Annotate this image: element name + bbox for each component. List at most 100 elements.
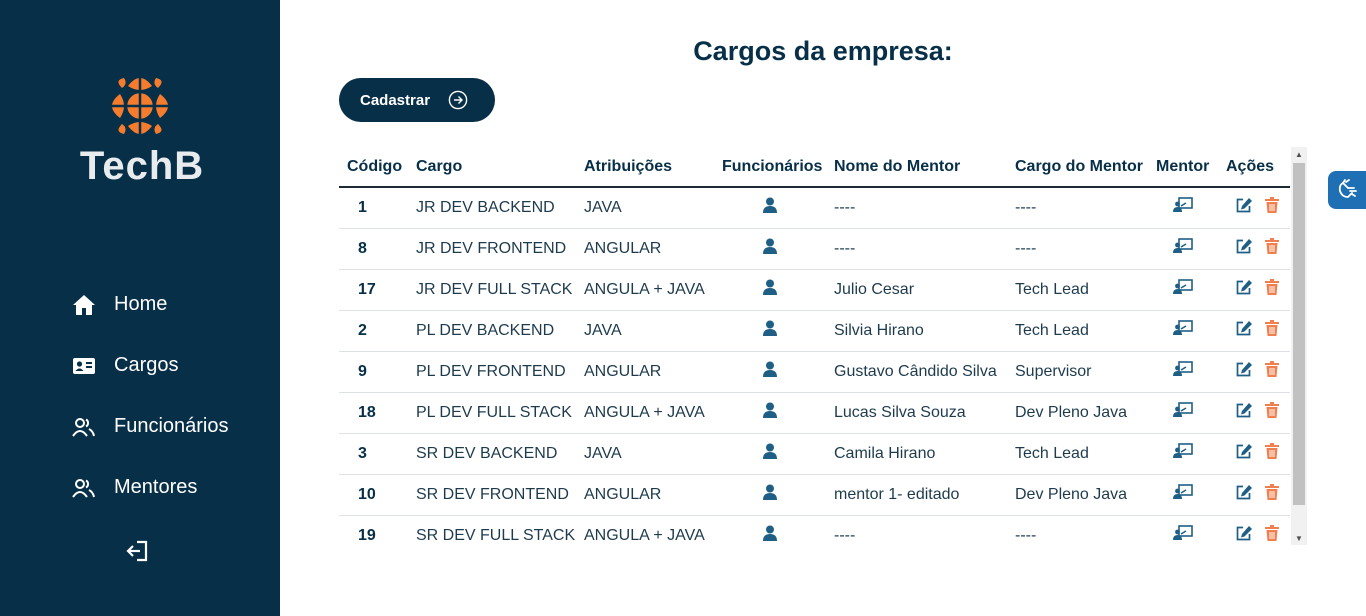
cell-cargo-mentor: Tech Lead: [1007, 269, 1148, 311]
trash-icon[interactable]: [1265, 279, 1279, 300]
cell-cargo: PL DEV BACKEND: [408, 310, 576, 352]
scroll-thumb[interactable]: [1293, 163, 1305, 505]
trash-icon[interactable]: [1265, 238, 1279, 259]
chalkboard-teacher-icon[interactable]: [1173, 279, 1193, 300]
cell-mentor: [1148, 269, 1218, 311]
table-row: 18 PL DEV FULL STACK ANGULA + JAVA Lucas Si…: [339, 392, 1290, 434]
cell-funcionarios: [714, 433, 826, 475]
cell-codigo: 1: [339, 187, 408, 229]
table-row: 8 JR DEV FRONTEND ANGULAR ---- ----: [339, 228, 1290, 270]
users-icon: [72, 476, 98, 500]
sidebar-item-label: Home: [114, 293, 168, 315]
col-header-acoes: Ações: [1218, 147, 1290, 188]
cell-nome-mentor: Camila Hirano: [826, 433, 1007, 475]
sidebar-item-cargos[interactable]: Cargos: [72, 335, 229, 396]
edit-icon[interactable]: [1236, 484, 1253, 505]
person-icon[interactable]: [763, 197, 777, 218]
id-card-icon: [72, 354, 98, 378]
cell-atribuicoes: JAVA: [576, 187, 714, 229]
cell-funcionarios: [714, 515, 826, 545]
table-header-row: Código Cargo Atribuições Funcionários No…: [339, 147, 1290, 188]
person-icon[interactable]: [763, 361, 777, 382]
person-icon[interactable]: [763, 484, 777, 505]
cell-mentor: [1148, 228, 1218, 270]
cell-nome-mentor: Gustavo Cândido Silva: [826, 351, 1007, 393]
edit-icon[interactable]: [1236, 361, 1253, 382]
chalkboard-teacher-icon[interactable]: [1173, 197, 1193, 218]
sidebar-item-funcionarios[interactable]: Funcionários: [72, 396, 229, 457]
sidebar-item-label: Funcionários: [114, 415, 229, 437]
trash-icon[interactable]: [1265, 361, 1279, 382]
accessibility-button[interactable]: [1328, 171, 1366, 209]
edit-icon[interactable]: [1236, 238, 1253, 259]
table-scrollbar[interactable]: ▲ ▼: [1291, 147, 1307, 545]
cell-codigo: 3: [339, 433, 408, 475]
edit-icon[interactable]: [1236, 279, 1253, 300]
chalkboard-teacher-icon[interactable]: [1173, 238, 1193, 259]
cell-cargo: PL DEV FULL STACK: [408, 392, 576, 434]
cell-funcionarios: [714, 187, 826, 229]
person-icon[interactable]: [763, 402, 777, 423]
sidebar-nav: Home Cargos Funcionários Mentores: [72, 274, 229, 518]
cell-acoes: [1218, 351, 1290, 393]
trash-icon[interactable]: [1265, 197, 1279, 218]
home-icon: [72, 293, 98, 317]
cell-mentor: [1148, 187, 1218, 229]
cell-acoes: [1218, 310, 1290, 352]
cell-funcionarios: [714, 351, 826, 393]
trash-icon[interactable]: [1265, 484, 1279, 505]
trash-icon[interactable]: [1265, 525, 1279, 545]
chalkboard-teacher-icon[interactable]: [1173, 320, 1193, 341]
cell-acoes: [1218, 228, 1290, 270]
scroll-down-arrow-icon[interactable]: ▼: [1291, 531, 1307, 545]
brand-name: TechB: [79, 144, 205, 188]
trash-icon[interactable]: [1265, 402, 1279, 423]
person-icon[interactable]: [763, 279, 777, 300]
table-row: 9 PL DEV FRONTEND ANGULAR Gustavo Cândido S…: [339, 351, 1290, 393]
edit-icon[interactable]: [1236, 525, 1253, 545]
trash-icon[interactable]: [1265, 320, 1279, 341]
edit-icon[interactable]: [1236, 402, 1253, 423]
col-header-codigo: Código: [339, 147, 408, 188]
chalkboard-teacher-icon[interactable]: [1173, 402, 1193, 423]
cell-cargo-mentor: Dev Pleno Java: [1007, 392, 1148, 434]
arrow-right-circle-icon: [448, 90, 468, 110]
person-icon[interactable]: [763, 443, 777, 464]
cadastrar-button[interactable]: Cadastrar: [339, 78, 495, 122]
cell-funcionarios: [714, 228, 826, 270]
sidebar-item-mentores[interactable]: Mentores: [72, 457, 229, 518]
scroll-up-arrow-icon[interactable]: ▲: [1291, 147, 1307, 161]
cell-atribuicoes: ANGULAR: [576, 351, 714, 393]
users-icon: [72, 415, 98, 439]
edit-icon[interactable]: [1236, 197, 1253, 218]
cell-cargo: SR DEV FRONTEND: [408, 474, 576, 516]
logout-icon[interactable]: [125, 538, 151, 564]
chalkboard-teacher-icon[interactable]: [1173, 361, 1193, 382]
cell-cargo-mentor: ----: [1007, 515, 1148, 545]
edit-icon[interactable]: [1236, 443, 1253, 464]
person-icon[interactable]: [763, 320, 777, 341]
person-icon[interactable]: [763, 238, 777, 259]
cell-cargo: SR DEV BACKEND: [408, 433, 576, 475]
edit-icon[interactable]: [1236, 320, 1253, 341]
chalkboard-teacher-icon[interactable]: [1173, 443, 1193, 464]
cell-nome-mentor: Julio Cesar: [826, 269, 1007, 311]
person-icon[interactable]: [763, 525, 777, 545]
cell-funcionarios: [714, 474, 826, 516]
sidebar-item-home[interactable]: Home: [72, 274, 229, 335]
chalkboard-teacher-icon[interactable]: [1173, 525, 1193, 545]
trash-icon[interactable]: [1265, 443, 1279, 464]
sidebar-item-label: Mentores: [114, 476, 198, 498]
main-content: Cargos da empresa: Cadastrar Código Carg…: [280, 0, 1366, 616]
cell-nome-mentor: ----: [826, 187, 1007, 229]
cell-cargo-mentor: Tech Lead: [1007, 310, 1148, 352]
cell-atribuicoes: ANGULA + JAVA: [576, 269, 714, 311]
cell-acoes: [1218, 392, 1290, 434]
cell-mentor: [1148, 515, 1218, 545]
sidebar-item-label: Cargos: [114, 354, 179, 376]
cell-atribuicoes: ANGULAR: [576, 474, 714, 516]
chalkboard-teacher-icon[interactable]: [1173, 484, 1193, 505]
cell-mentor: [1148, 474, 1218, 516]
techb-logo-icon: [110, 76, 170, 136]
cell-cargo-mentor: ----: [1007, 228, 1148, 270]
